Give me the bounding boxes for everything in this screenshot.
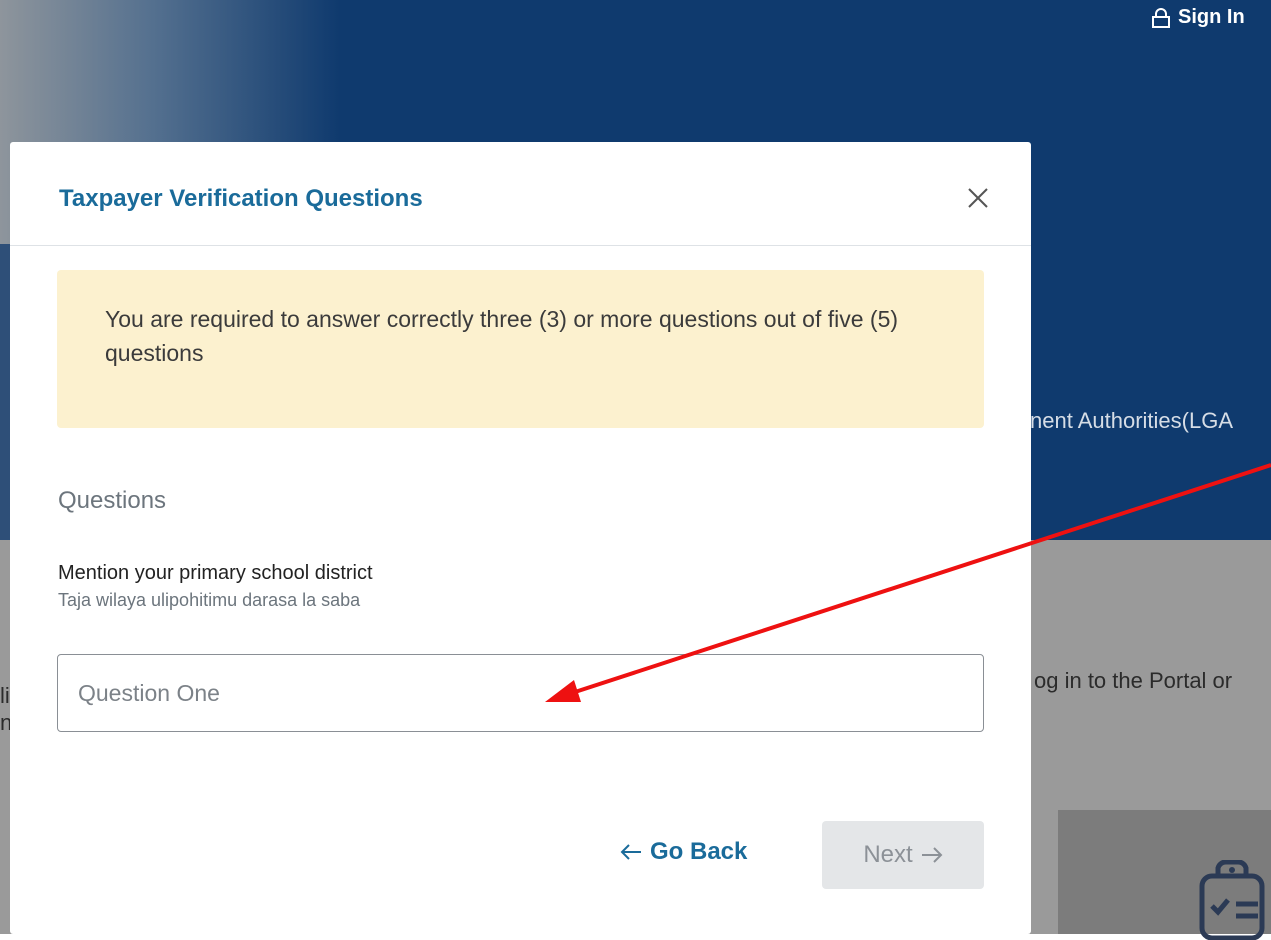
next-label: Next [863, 841, 913, 868]
side-strip [0, 244, 10, 540]
verification-modal: Taxpayer Verification Questions You are … [10, 142, 1031, 934]
go-back-button[interactable]: Go Back [620, 838, 747, 866]
clipboard-icon [1199, 860, 1265, 940]
question-translation: Taja wilaya ulipohitimu darasa la saba [58, 590, 361, 610]
sign-in-link[interactable]: Sign In [1152, 6, 1245, 29]
sign-in-label: Sign In [1178, 6, 1245, 28]
question-label: Mention your primary school district [58, 562, 373, 584]
background-lga-text: nent Authorities(LGA [1030, 408, 1234, 433]
arrow-left-icon [620, 844, 641, 860]
lock-icon [1152, 7, 1170, 28]
close-icon[interactable] [966, 186, 990, 210]
requirement-alert: You are required to answer correctly thr… [57, 270, 984, 428]
background-left-text: li [0, 683, 10, 708]
next-button[interactable]: Next [822, 821, 984, 889]
background-portal-text: og in to the Portal or [1034, 668, 1233, 693]
go-back-label: Go Back [650, 838, 748, 865]
questions-heading: Questions [58, 487, 167, 514]
background-left-text: n [0, 710, 10, 735]
question-one-input[interactable] [57, 654, 984, 732]
arrow-right-icon [921, 847, 943, 863]
modal-title: Taxpayer Verification Questions [59, 185, 423, 212]
modal-header: Taxpayer Verification Questions [10, 142, 1031, 246]
background-service-card [1058, 810, 1271, 940]
